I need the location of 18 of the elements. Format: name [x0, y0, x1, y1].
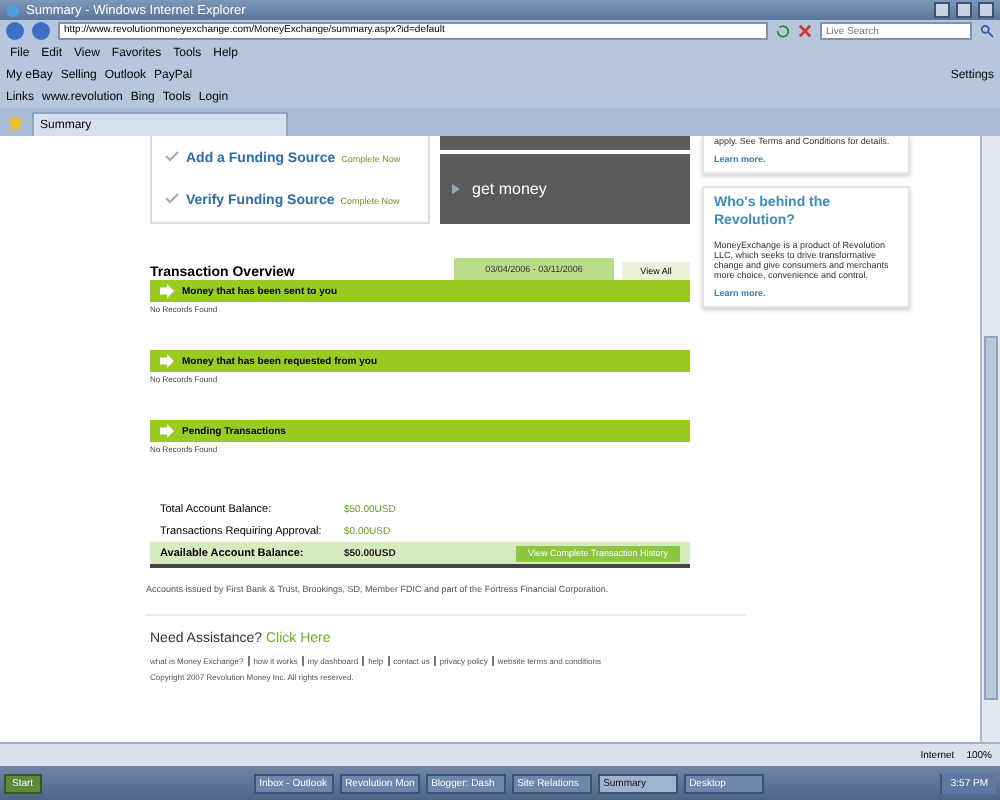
scrollbar[interactable]	[980, 136, 1000, 742]
forward-button[interactable]	[32, 22, 50, 40]
arrow-icon	[160, 424, 174, 438]
maximize-button[interactable]	[956, 2, 972, 18]
arrow-icon	[160, 354, 174, 368]
refresh-icon[interactable]	[776, 24, 790, 38]
star-icon[interactable]	[6, 114, 24, 132]
close-icon[interactable]	[798, 24, 812, 38]
check-icon	[164, 192, 180, 205]
back-button[interactable]	[6, 22, 24, 40]
search-icon[interactable]	[980, 24, 994, 38]
close-button[interactable]	[978, 2, 994, 18]
check-icon	[164, 149, 180, 162]
play-icon	[452, 184, 460, 194]
minimize-button[interactable]	[934, 2, 950, 18]
browser-icon	[6, 3, 20, 17]
get-money-button[interactable]: get money	[440, 154, 690, 224]
arrow-icon	[160, 284, 174, 298]
